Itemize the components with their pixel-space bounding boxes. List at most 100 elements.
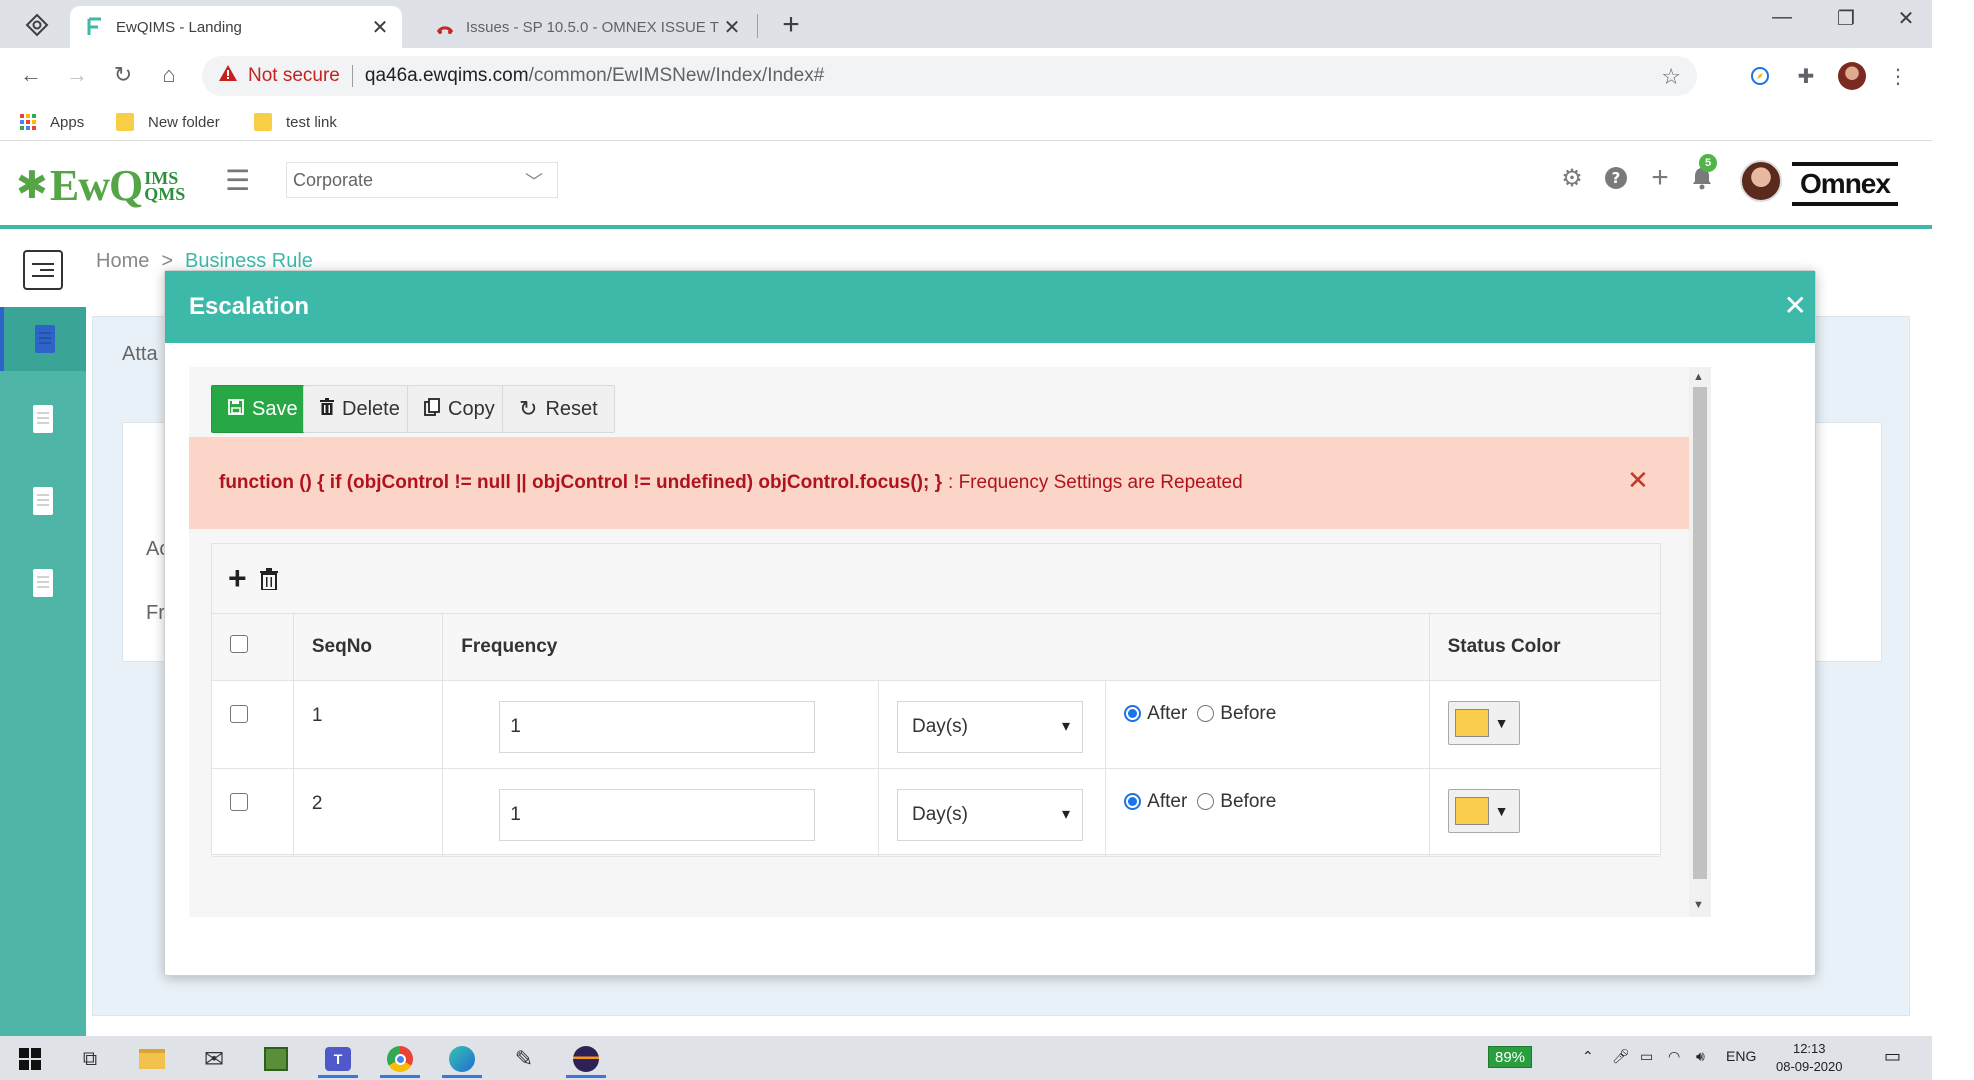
dropdown-arrow-icon: ▼ bbox=[1494, 802, 1509, 819]
bookmark-label: test link bbox=[286, 113, 337, 131]
eclipse-icon[interactable] bbox=[562, 1040, 610, 1078]
after-radio[interactable] bbox=[1124, 793, 1142, 810]
delete-button[interactable]: Delete bbox=[303, 385, 417, 433]
profile-avatar-icon[interactable] bbox=[1838, 62, 1866, 90]
breadcrumb-home[interactable]: Home bbox=[96, 250, 149, 273]
tab-close-icon[interactable]: ✕ bbox=[720, 15, 744, 40]
teams-icon[interactable]: T bbox=[314, 1040, 362, 1078]
volume-icon[interactable]: 🔊︎ bbox=[1696, 1048, 1705, 1065]
svg-text:?: ? bbox=[1612, 169, 1621, 187]
seqno-value: 2 bbox=[311, 792, 323, 814]
tab-ewqims-landing[interactable]: EwQIMS - Landing ✕ bbox=[70, 6, 402, 48]
frequency-input[interactable]: 1 bbox=[499, 700, 816, 753]
bookmark-test-link[interactable]: test link bbox=[254, 110, 337, 134]
reload-icon[interactable]: ↻ bbox=[108, 60, 138, 90]
after-label[interactable]: After bbox=[1147, 703, 1187, 725]
start-button[interactable] bbox=[6, 1040, 54, 1078]
select-all-checkbox[interactable] bbox=[230, 634, 248, 653]
sidebar-item-2[interactable] bbox=[0, 387, 86, 451]
escalation-modal: Escalation ✕ Save Delete Copy ↻ Reset fu… bbox=[164, 270, 1816, 976]
language-indicator[interactable]: ENG bbox=[1726, 1048, 1756, 1064]
scroll-thumb[interactable] bbox=[1693, 387, 1707, 879]
sidebar-item-1[interactable] bbox=[0, 307, 86, 371]
scroll-down-icon[interactable]: ▼ bbox=[1693, 899, 1704, 911]
row-checkbox[interactable] bbox=[230, 792, 248, 811]
battery-icon[interactable]: ▭ bbox=[1640, 1048, 1653, 1065]
extensions-puzzle-icon[interactable]: ✚ bbox=[1792, 62, 1820, 90]
extension-compass-icon[interactable] bbox=[1746, 62, 1774, 90]
new-tab-icon[interactable]: + bbox=[776, 8, 806, 42]
bookmark-new-folder[interactable]: New folder bbox=[116, 110, 220, 134]
file-explorer-icon[interactable] bbox=[128, 1040, 176, 1078]
chrome-menu-icon[interactable] bbox=[22, 10, 52, 40]
add-icon[interactable]: + bbox=[1644, 161, 1676, 194]
microphone-icon[interactable]: 🎤︎ bbox=[1612, 1048, 1630, 1065]
bookmarks-bar: Apps New folder test link bbox=[0, 103, 1932, 141]
row-checkbox[interactable] bbox=[230, 704, 248, 723]
restore-icon[interactable]: ❐ bbox=[1826, 6, 1866, 31]
mail-icon[interactable]: ✉ bbox=[190, 1040, 238, 1078]
bookmark-star-icon[interactable]: ☆ bbox=[1661, 64, 1681, 90]
clock[interactable]: 12:13 08-09-2020 bbox=[1776, 1040, 1843, 1076]
status-color-picker[interactable]: ▼ bbox=[1447, 788, 1520, 833]
task-view-icon[interactable]: ⧉ bbox=[66, 1040, 114, 1078]
organization-select[interactable]: Corporate ﹀ bbox=[286, 162, 558, 198]
modal-scrollbar[interactable]: ▲ ▼ bbox=[1689, 367, 1711, 917]
editor-app-icon[interactable] bbox=[252, 1040, 300, 1078]
tab-close-icon[interactable]: ✕ bbox=[368, 15, 392, 40]
status-color-picker[interactable]: ▼ bbox=[1447, 700, 1520, 745]
tab-issues[interactable]: Issues - SP 10.5.0 - OMNEX ISSUE TF ✕ bbox=[420, 6, 754, 48]
logo-sub: IMS QMS bbox=[142, 169, 185, 203]
before-radio[interactable] bbox=[1197, 793, 1215, 810]
save-button[interactable]: Save bbox=[211, 385, 315, 433]
menu-list-icon bbox=[23, 250, 63, 290]
frequency-unit-select[interactable]: Day(s) ▾ bbox=[896, 700, 1083, 753]
help-icon[interactable]: ? bbox=[1600, 162, 1632, 194]
delete-row-trash-icon[interactable] bbox=[260, 566, 278, 597]
status-color-header: Status Color bbox=[1429, 614, 1660, 681]
sidebar-item-4[interactable] bbox=[0, 551, 86, 615]
notification-center-icon[interactable]: ▭ bbox=[1884, 1046, 1901, 1067]
after-label[interactable]: After bbox=[1147, 791, 1187, 813]
paint-icon[interactable]: ✎ bbox=[500, 1040, 548, 1078]
hamburger-menu-icon[interactable]: ☰ bbox=[225, 164, 250, 197]
select-all-header bbox=[212, 614, 294, 681]
modal-body: Save Delete Copy ↻ Reset function () { i… bbox=[189, 367, 1711, 917]
back-icon[interactable]: ← bbox=[16, 60, 46, 90]
copy-button[interactable]: Copy bbox=[407, 385, 512, 433]
sidebar-toggle[interactable] bbox=[0, 233, 86, 307]
ewqims-logo[interactable]: ✱ EwQ IMS QMS bbox=[16, 160, 185, 211]
modal-close-icon[interactable]: ✕ bbox=[1784, 289, 1807, 322]
trash-icon bbox=[320, 398, 334, 420]
bookmark-apps[interactable]: Apps bbox=[20, 110, 84, 134]
before-radio[interactable] bbox=[1197, 705, 1215, 722]
scroll-up-icon[interactable]: ▲ bbox=[1693, 371, 1704, 383]
wifi-icon[interactable]: ◠ bbox=[1668, 1048, 1680, 1065]
address-bar[interactable]: Not secure qa46a.ewqims.com /common/EwIM… bbox=[202, 56, 1697, 96]
before-label[interactable]: Before bbox=[1220, 791, 1276, 813]
close-window-icon[interactable]: ✕ bbox=[1886, 6, 1926, 31]
edge-icon[interactable] bbox=[438, 1040, 486, 1078]
before-label[interactable]: Before bbox=[1220, 703, 1276, 725]
frequency-input[interactable]: 1 bbox=[499, 788, 816, 841]
frequency-unit-select[interactable]: Day(s) ▾ bbox=[896, 788, 1083, 841]
after-radio[interactable] bbox=[1124, 705, 1142, 722]
browser-menu-icon[interactable]: ⋮ bbox=[1884, 62, 1912, 90]
chrome-icon[interactable] bbox=[376, 1040, 424, 1078]
sidebar-item-3[interactable] bbox=[0, 469, 86, 533]
seqno-value: 1 bbox=[311, 704, 323, 726]
alert-close-icon[interactable]: ✕ bbox=[1627, 465, 1649, 496]
battery-indicator[interactable]: 89% bbox=[1488, 1046, 1533, 1068]
user-avatar[interactable] bbox=[1740, 160, 1782, 202]
not-secure-label[interactable]: Not secure bbox=[248, 65, 340, 87]
settings-gear-icon[interactable]: ⚙ bbox=[1556, 162, 1588, 194]
minimize-icon[interactable]: — bbox=[1762, 6, 1802, 29]
modal-header: Escalation ✕ bbox=[165, 271, 1815, 343]
reset-button[interactable]: ↻ Reset bbox=[502, 385, 615, 433]
show-hidden-icons[interactable]: ⌃ bbox=[1582, 1048, 1594, 1065]
forward-icon[interactable]: → bbox=[62, 60, 92, 90]
home-icon[interactable]: ⌂ bbox=[154, 60, 184, 90]
row-checkbox-cell bbox=[212, 680, 294, 769]
folder-icon bbox=[116, 113, 134, 131]
add-row-icon[interactable]: + bbox=[228, 560, 247, 597]
